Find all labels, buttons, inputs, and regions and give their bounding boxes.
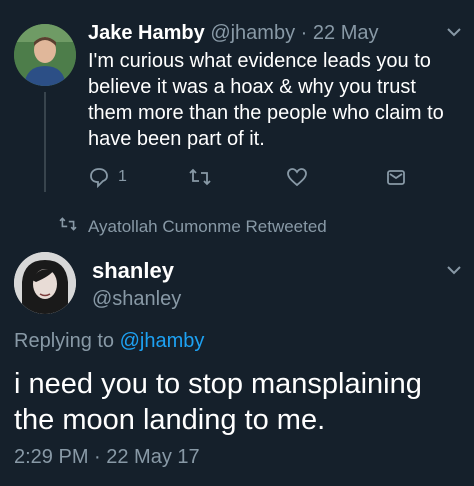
like-icon bbox=[286, 166, 308, 188]
retweet-icon bbox=[188, 166, 212, 188]
retweet-button[interactable] bbox=[188, 166, 212, 188]
share-button[interactable] bbox=[385, 166, 407, 188]
tweet1-separator: · bbox=[300, 22, 308, 44]
reply-button[interactable]: 1 bbox=[88, 166, 127, 188]
tweet1-date[interactable]: 22 May bbox=[313, 22, 379, 44]
retweet-banner[interactable]: Ayatollah Cumonme Retweeted bbox=[58, 216, 327, 238]
replying-to-label: Replying to bbox=[14, 330, 115, 352]
thread-connector-line bbox=[44, 92, 46, 192]
tweet2-timestamp[interactable]: 2:29 PM · 22 May 17 bbox=[14, 446, 200, 469]
retweet-icon bbox=[58, 216, 78, 238]
replying-to-handle-link[interactable]: @jhamby bbox=[120, 330, 205, 352]
tweet1-author-handle[interactable]: @jhamby bbox=[210, 22, 295, 44]
reply-icon bbox=[88, 166, 110, 188]
tweet2-author-handle[interactable]: @shanley bbox=[92, 288, 181, 311]
tweet1-chevron-down-icon[interactable] bbox=[446, 26, 462, 38]
tweet2-text: i need you to stop mansplaining the moon… bbox=[14, 368, 422, 436]
reply-count: 1 bbox=[118, 168, 127, 185]
avatar-shanley[interactable] bbox=[14, 252, 76, 314]
replying-to-line: Replying to @jhamby bbox=[14, 330, 204, 353]
retweet-banner-text: Ayatollah Cumonme Retweeted bbox=[88, 217, 327, 236]
tweet1-text: I'm curious what evidence leads you to b… bbox=[88, 50, 444, 150]
tweet1-header: Jake Hamby @jhamby · 22 May bbox=[88, 20, 378, 46]
share-icon bbox=[385, 166, 407, 188]
tweet1-author-name[interactable]: Jake Hamby bbox=[88, 22, 205, 44]
tweet2-author-name[interactable]: shanley bbox=[92, 258, 174, 284]
like-button[interactable] bbox=[286, 166, 308, 188]
tweet1-action-bar: 1 bbox=[88, 166, 448, 192]
avatar-jake-hamby[interactable] bbox=[14, 24, 76, 86]
tweet2-chevron-down-icon[interactable] bbox=[446, 264, 462, 276]
